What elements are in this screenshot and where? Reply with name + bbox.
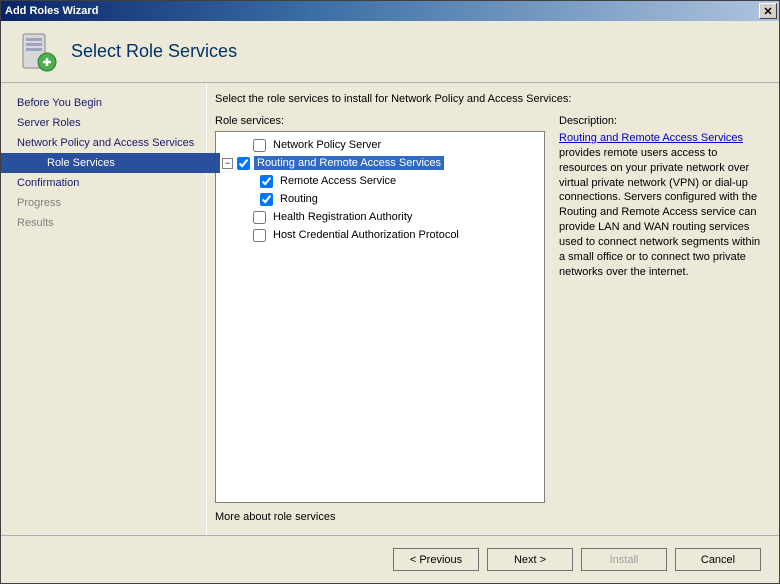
description-body: provides remote users access to resource… [559, 147, 760, 278]
server-icon [17, 32, 57, 72]
checkbox-rras[interactable] [237, 157, 250, 170]
label-nps: Network Policy Server [270, 138, 384, 152]
checkbox-hcap[interactable] [253, 229, 266, 242]
checkbox-hra[interactable] [253, 211, 266, 224]
description-panel: Description: Routing and Remote Access S… [559, 115, 765, 529]
wizard-header: Select Role Services [1, 21, 779, 83]
collapse-toggle-icon[interactable]: − [222, 158, 233, 169]
tree-node-hcap[interactable]: Host Credential Authorization Protocol [218, 226, 542, 244]
window-title: Add Roles Wizard [5, 5, 98, 17]
label-hra: Health Registration Authority [270, 210, 415, 224]
previous-button[interactable]: < Previous [393, 548, 479, 571]
step-progress: Progress [15, 193, 206, 213]
step-results: Results [15, 213, 206, 233]
tree-node-hra[interactable]: Health Registration Authority [218, 208, 542, 226]
step-role-services[interactable]: Role Services [15, 153, 206, 173]
description-link[interactable]: Routing and Remote Access Services [559, 132, 743, 144]
label-rras: Routing and Remote Access Services [254, 156, 444, 170]
checkbox-ras[interactable] [260, 175, 273, 188]
close-button[interactable]: ✕ [759, 3, 777, 19]
add-roles-wizard-window: Add Roles Wizard ✕ Select Role Services … [0, 0, 780, 584]
label-routing: Routing [277, 192, 321, 206]
tree-node-nps[interactable]: Network Policy Server [218, 136, 542, 154]
next-button[interactable]: Next > [487, 548, 573, 571]
tree-node-routing[interactable]: Routing [218, 190, 542, 208]
page-title: Select Role Services [71, 41, 237, 62]
wizard-steps-sidebar: Before You Begin Server Roles Network Po… [1, 83, 206, 535]
content-pane: Select the role services to install for … [206, 83, 779, 535]
checkbox-routing[interactable] [260, 193, 273, 206]
step-server-roles[interactable]: Server Roles [15, 113, 206, 133]
instruction-text: Select the role services to install for … [215, 93, 765, 105]
step-confirmation[interactable]: Confirmation [15, 173, 206, 193]
description-label: Description: [559, 115, 765, 127]
title-bar: Add Roles Wizard ✕ [1, 1, 779, 21]
install-button: Install [581, 548, 667, 571]
more-about-link[interactable]: More about role services [215, 511, 335, 523]
role-services-tree[interactable]: Network Policy Server − Routing and Remo… [215, 131, 545, 503]
label-ras: Remote Access Service [277, 174, 399, 188]
role-services-label: Role services: [215, 115, 545, 127]
cancel-button[interactable]: Cancel [675, 548, 761, 571]
tree-node-ras[interactable]: Remote Access Service [218, 172, 542, 190]
wizard-footer: < Previous Next > Install Cancel [1, 535, 779, 583]
checkbox-nps[interactable] [253, 139, 266, 152]
step-before-you-begin[interactable]: Before You Begin [15, 93, 206, 113]
description-text: Routing and Remote Access Services provi… [559, 131, 765, 279]
label-hcap: Host Credential Authorization Protocol [270, 228, 462, 242]
step-network-policy[interactable]: Network Policy and Access Services [15, 133, 206, 153]
tree-node-rras[interactable]: − Routing and Remote Access Services [218, 154, 542, 172]
